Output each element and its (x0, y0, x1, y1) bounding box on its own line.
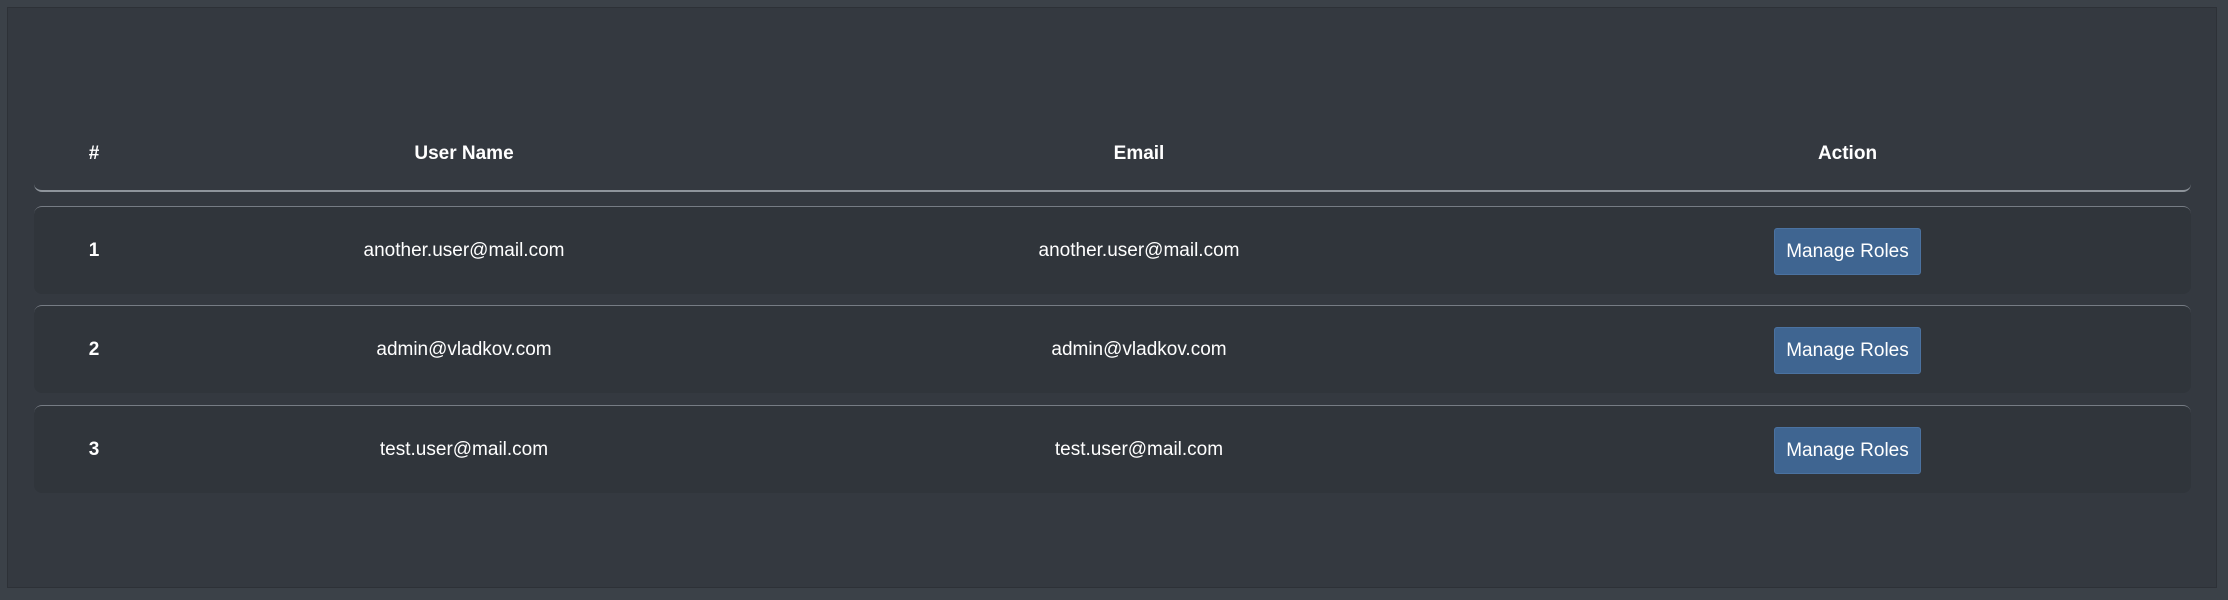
row-number: 1 (88, 239, 100, 261)
header-user-name: User Name (414, 143, 514, 164)
row-user-name: test.user@mail.com (379, 438, 549, 460)
table-row: 3 test.user@mail.com test.user@mail.com … (34, 405, 2191, 493)
table-row: 1 another.user@mail.com another.user@mai… (34, 206, 2191, 294)
header-number: # (88, 143, 100, 164)
manage-roles-button[interactable]: Manage Roles (1774, 327, 1921, 374)
row-email: admin@vladkov.com (1051, 338, 1227, 360)
row-action-cell: Manage Roles (1504, 306, 2191, 393)
users-panel: # User Name Email Action 1 another.user@… (7, 7, 2217, 588)
header-email: Email (1113, 143, 1165, 164)
row-email: test.user@mail.com (1054, 438, 1224, 460)
row-user-name: another.user@mail.com (363, 239, 565, 261)
row-email: another.user@mail.com (1038, 239, 1240, 261)
manage-roles-button[interactable]: Manage Roles (1774, 228, 1921, 275)
table-header: # User Name Email Action (34, 8, 2191, 192)
row-number: 2 (88, 338, 100, 360)
row-action-cell: Manage Roles (1504, 207, 2191, 294)
manage-roles-button[interactable]: Manage Roles (1774, 427, 1921, 474)
table-row: 2 admin@vladkov.com admin@vladkov.com Ma… (34, 305, 2191, 393)
row-user-name: admin@vladkov.com (376, 338, 552, 360)
row-action-cell: Manage Roles (1504, 406, 2191, 493)
header-action: Action (1817, 143, 1878, 164)
row-number: 3 (88, 438, 100, 460)
